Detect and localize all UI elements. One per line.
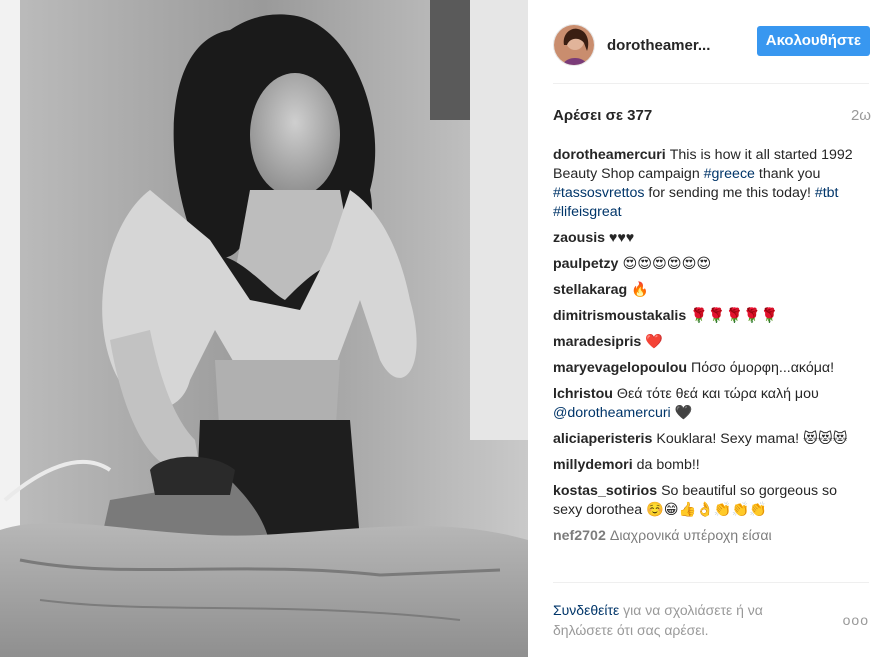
comment-username[interactable]: paulpetzy [553,256,618,272]
comment-username[interactable]: kostas_sotirios [553,483,657,499]
likes-count[interactable]: Αρέσει σε 377 [553,107,652,124]
hashtag-tbt[interactable]: #tbt [815,185,839,201]
caption-text-3: for sending me this today! [644,185,815,201]
comment-item: paulpetzy 😍😍😍😍😍😍 [553,255,857,274]
comment-username[interactable]: zaousis [553,230,605,246]
comment-username[interactable]: aliciaperisteris [553,431,652,447]
comment-text: da bomb!! [636,457,700,473]
post-sidebar: dorotheamer... Ακολουθήστε Αρέσει σε 377… [528,0,882,657]
hashtag-greece[interactable]: #greece [704,166,755,182]
comment-username[interactable]: stellakarag [553,282,627,298]
comment-text: 😍😍😍😍😍😍 [622,256,712,272]
comment-item: zaousis ♥♥♥ [553,229,857,248]
comment-text: 🌹🌹🌹🌹🌹 [690,308,779,324]
comment-text-after: 🖤 [670,405,693,421]
comment-text: Πόσο όμορφη...ακόμα! [691,360,835,376]
comment-item: kostas_sotirios So beautiful so gorgeous … [553,482,857,520]
hashtag-tassosvrettos[interactable]: #tassosvrettos [553,185,644,201]
comment-username[interactable]: maradesipris [553,334,641,350]
comment-username[interactable]: maryevagelopoulou [553,360,687,376]
login-prompt: Συνδεθείτε για να σχολιάσετε ή να δηλώσε… [553,600,811,640]
comment-text: Διαχρονικά υπέροχη είσαι [609,528,772,544]
comment-footer: Συνδεθείτε για να σχολιάσετε ή να δηλώσε… [553,600,871,644]
hashtag-lifeisgreat[interactable]: #lifeisgreat [553,204,622,220]
comment-item: dimitrismoustakalis 🌹🌹🌹🌹🌹 [553,307,857,326]
caption: dorotheamercuri This is how it all starte… [553,146,857,222]
follow-button[interactable]: Ακολουθήστε [756,26,870,56]
post-header: dorotheamer... Ακολουθήστε [553,20,871,70]
comment-text: Θεά τότε θεά και τώρα καλή μου [616,386,819,402]
comment-item: stellakarag 🔥 [553,281,857,300]
comment-username[interactable]: millydemori [553,457,633,473]
likes-row: Αρέσει σε 377 2ω [553,105,871,125]
comment-username[interactable]: nef2702 [553,528,606,544]
comment-text: 🔥 [631,282,649,298]
comment-item: maradesipris ❤️ [553,333,857,352]
more-options-icon[interactable]: ooo [843,612,869,628]
post-photo[interactable] [0,0,528,657]
comment-mention[interactable]: @dorotheamercuri [553,405,671,421]
comment-username[interactable]: lchristou [553,386,613,402]
comment-text: ❤️ [645,334,663,350]
post-time[interactable]: 2ω [851,107,871,124]
comment-text: Kouklara! Sexy mama! 😻😻😻 [656,431,848,447]
post-username[interactable]: dorotheamer... [607,37,710,54]
comments-divider [553,582,869,583]
comment-item: aliciaperisteris Kouklara! Sexy mama! 😻😻😻 [553,430,857,449]
login-link[interactable]: Συνδεθείτε [553,602,619,618]
comment-item: lchristou Θεά τότε θεά και τώρα καλή μου … [553,385,857,423]
comment-username[interactable]: dimitrismoustakalis [553,308,686,324]
caption-text-2: thank you [754,166,821,182]
comment-item: maryevagelopoulou Πόσο όμορφη...ακόμα! [553,359,857,378]
comments-list[interactable]: dorotheamercuri This is how it all starte… [553,146,857,581]
avatar[interactable] [553,24,595,66]
comment-item: millydemori da bomb!! [553,456,857,475]
header-divider [553,83,869,84]
caption-username[interactable]: dorotheamercuri [553,147,666,163]
comment-item: nef2702 Διαχρονικά υπέροχη είσαι [553,527,857,546]
comment-text: ♥♥♥ [609,230,635,246]
